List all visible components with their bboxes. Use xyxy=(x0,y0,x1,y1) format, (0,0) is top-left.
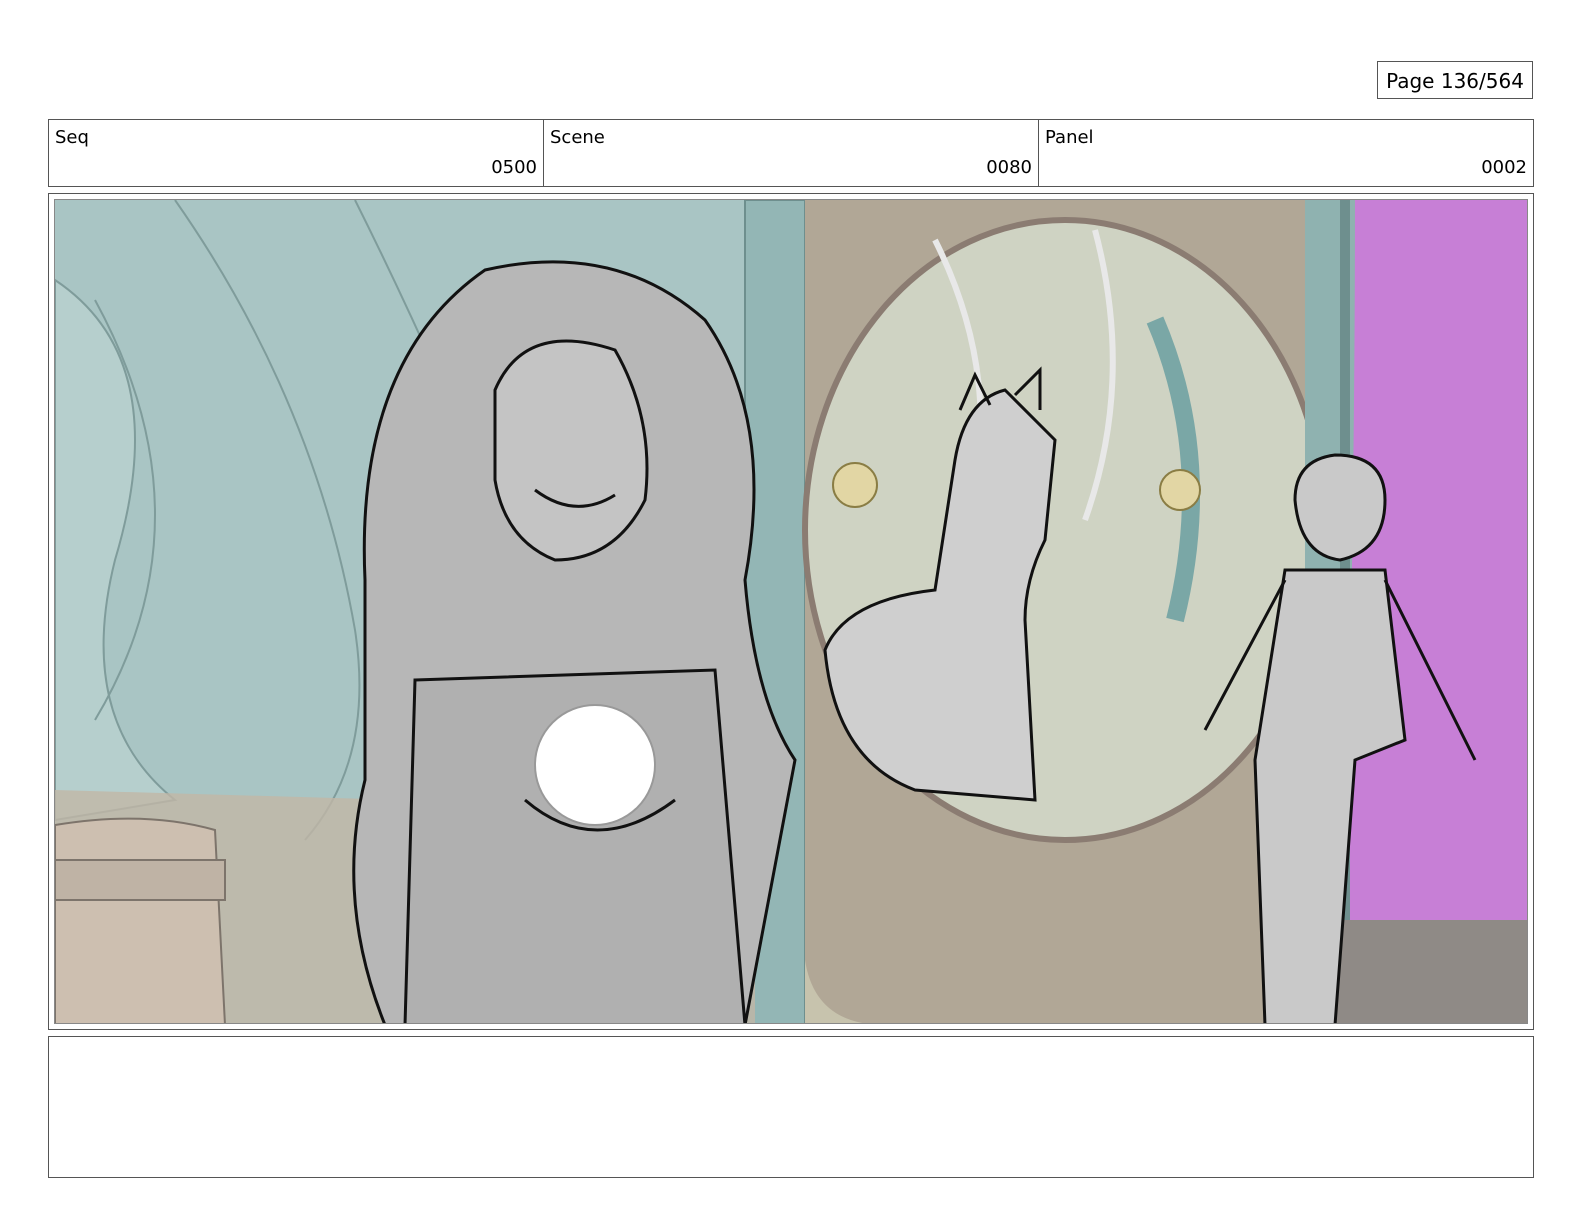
scene-label: Scene xyxy=(550,127,605,148)
seq-label: Seq xyxy=(55,127,89,148)
storyboard-sketch-icon xyxy=(55,200,1527,1023)
seq-cell: Seq 0500 xyxy=(49,120,544,186)
scene-value: 0080 xyxy=(986,157,1032,178)
storyboard-image xyxy=(54,199,1528,1024)
scene-cell: Scene 0080 xyxy=(544,120,1039,186)
storyboard-panel xyxy=(48,193,1534,1030)
seq-value: 0500 xyxy=(491,157,537,178)
panel-cell: Panel 0002 xyxy=(1039,120,1533,186)
panel-value: 0002 xyxy=(1481,157,1527,178)
panel-label: Panel xyxy=(1045,127,1094,148)
panel-notes xyxy=(48,1036,1534,1178)
page-number: Page 136/564 xyxy=(1377,61,1533,99)
panel-info-header: Seq 0500 Scene 0080 Panel 0002 xyxy=(48,119,1534,187)
